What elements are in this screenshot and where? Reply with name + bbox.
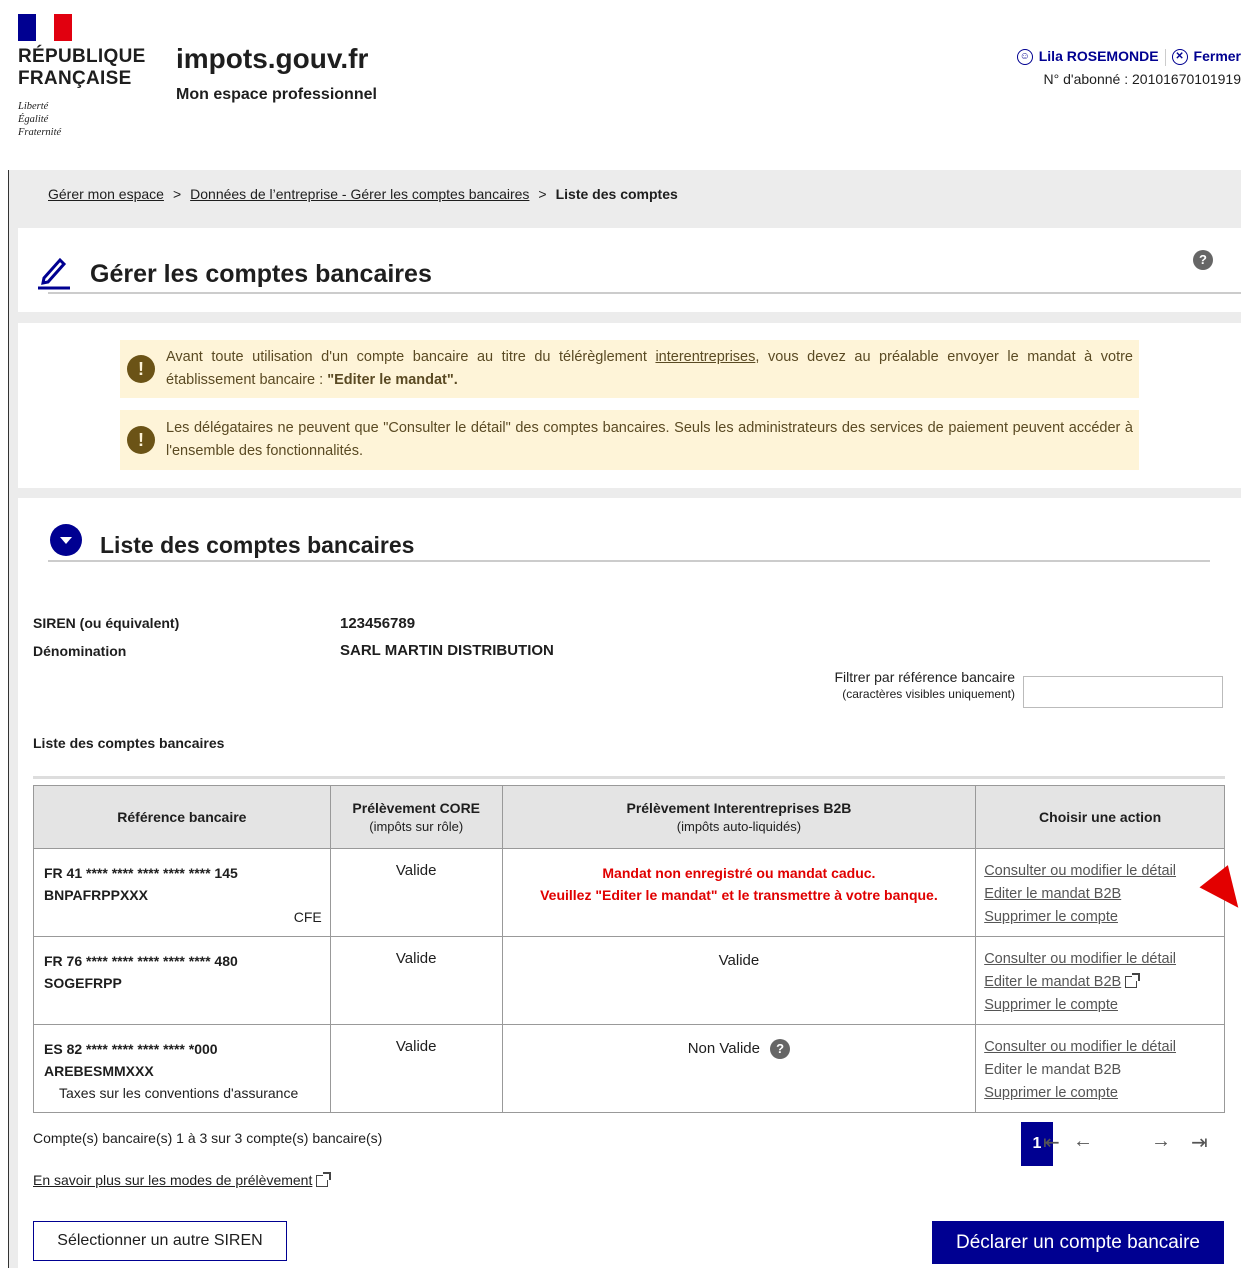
siren-value: 123456789	[340, 615, 416, 632]
iban: FR 76 **** **** **** **** **** 480	[44, 953, 238, 969]
row-actions: Consulter ou modifier le détail Editer l…	[976, 1025, 1224, 1105]
bank-reference: FR 76 **** **** **** **** **** 480 SOGEF…	[34, 937, 330, 994]
help-icon[interactable]: ?	[1193, 250, 1213, 270]
alert-mandate: ! Avant toute utilisation d'un compte ba…	[120, 340, 1139, 398]
column-header-action: Choisir une action	[975, 785, 1225, 849]
b2b-error-line2: Veuillez "Editer le mandat" et le transm…	[540, 887, 938, 903]
filter-label: Filtrer par référence bancaire (caractèr…	[834, 669, 1015, 701]
b2b-error-line1: Mandat non enregistré ou mandat caduc.	[602, 865, 876, 881]
chevron-down-circle-icon[interactable]	[50, 524, 82, 556]
user-name-link[interactable]: Lila ROSEMONDE	[1039, 48, 1159, 64]
b2b-status: Non Valide ?	[503, 1025, 976, 1060]
delete-account-link[interactable]: Supprimer le compte	[984, 1082, 1224, 1105]
declare-account-button[interactable]: Déclarer un compte bancaire	[932, 1221, 1224, 1264]
last-page-icon[interactable]: ⇥	[1191, 1130, 1208, 1155]
logout-link[interactable]: Fermer	[1194, 48, 1241, 64]
external-link-icon	[1125, 973, 1141, 989]
b2b-status: Valide	[718, 952, 760, 969]
pencil-icon	[38, 257, 70, 290]
results-counter: Compte(s) bancaire(s) 1 à 3 sur 3 compte…	[33, 1130, 383, 1146]
view-detail-link[interactable]: Consulter ou modifier le détail	[984, 948, 1224, 971]
edit-mandate-disabled: Editer le mandat B2B	[984, 1062, 1122, 1078]
marianne-logo	[18, 14, 72, 41]
alert-mandate-text: Avant toute utilisation d'un compte banc…	[166, 349, 1133, 388]
account-note: Taxes sur les conventions d'assurance	[59, 1085, 299, 1101]
row-actions: Consulter ou modifier le détail Editer l…	[976, 849, 1224, 929]
filter-input[interactable]	[1023, 676, 1223, 708]
alerts-card: ! Avant toute utilisation d'un compte ba…	[18, 323, 1241, 488]
view-detail-link[interactable]: Consulter ou modifier le détail	[984, 1036, 1224, 1059]
b2b-status: Mandat non enregistré ou mandat caduc. V…	[503, 849, 976, 906]
iban: FR 41 **** **** **** **** **** 145	[44, 865, 238, 881]
breadcrumb-separator: >	[172, 186, 182, 202]
warning-icon: !	[127, 355, 155, 383]
previous-page-icon[interactable]: ←	[1073, 1130, 1093, 1153]
iban: ES 82 **** **** **** **** *000	[44, 1041, 218, 1057]
column-header-core: Prélèvement CORE (impôts sur rôle)	[329, 785, 503, 849]
accounts-table: Référence bancaire Prélèvement CORE (impô…	[33, 785, 1225, 1113]
pagination: ⇤ ← 1 → ⇥	[1021, 1122, 1226, 1168]
interentreprises-link[interactable]: interentreprises	[655, 349, 755, 365]
first-page-icon[interactable]: ⇤	[1043, 1130, 1060, 1155]
close-icon[interactable]: ✕	[1171, 49, 1188, 66]
table-row: ES 82 **** **** **** **** *000 AREBESMMX…	[33, 1024, 1225, 1113]
column-header-b2b: Prélèvement Interentreprises B2B (impôts …	[501, 785, 977, 849]
bic: BNPAFRPPXXX	[44, 887, 148, 903]
republique-francaise-logo: RÉPUBLIQUE FRANÇAISE	[18, 46, 146, 89]
core-status: Valide	[395, 950, 437, 967]
breadcrumb-link-company-data[interactable]: Données de l’entreprise - Gérer les comp…	[190, 186, 529, 202]
help-icon[interactable]: ?	[770, 1039, 791, 1060]
page-title: Gérer les comptes bancaires	[90, 260, 432, 288]
bic: AREBESMMXXX	[44, 1063, 154, 1079]
filter-hint: (caractères visibles uniquement)	[842, 687, 1015, 701]
subscriber-number: N° d'abonné : 20101670101919	[1043, 71, 1241, 87]
row-actions: Consulter ou modifier le détail Editer l…	[976, 937, 1224, 1017]
column-header-ref: Référence bancaire	[33, 785, 331, 849]
breadcrumb: Gérer mon espace > Données de l’entreprise…	[48, 186, 678, 202]
user-menu: ☺ Lila ROSEMONDE ✕ Fermer	[1016, 48, 1241, 66]
warning-icon: !	[127, 426, 155, 454]
alert-delegates-text: Les délégataires ne peuvent que "Consult…	[166, 420, 1133, 459]
siren-label: SIREN (ou équivalent)	[33, 615, 180, 631]
denomination-label: Dénomination	[33, 643, 127, 659]
page-title-card: Gérer les comptes bancaires ?	[18, 228, 1241, 312]
external-link-icon	[316, 1172, 332, 1188]
breadcrumb-current: Liste des comptes	[555, 186, 678, 202]
denomination-value: SARL MARTIN DISTRIBUTION	[340, 642, 554, 659]
list-label: Liste des comptes bancaires	[33, 735, 225, 751]
bank-reference: FR 41 **** **** **** **** **** 145 BNPAF…	[34, 849, 330, 928]
site-header: RÉPUBLIQUE FRANÇAISE Liberté Égalité Fra…	[0, 0, 1241, 170]
bank-reference: ES 82 **** **** **** **** *000 AREBESMMX…	[34, 1025, 330, 1104]
next-page-icon[interactable]: →	[1151, 1130, 1171, 1153]
table-row: FR 41 **** **** **** **** **** 145 BNPAF…	[33, 848, 1225, 937]
accounts-card: Liste des comptes bancaires SIREN (ou éq…	[18, 498, 1241, 1268]
alert-delegates: ! Les délégataires ne peuvent que "Consu…	[120, 410, 1139, 470]
delete-account-link[interactable]: Supprimer le compte	[984, 906, 1224, 929]
core-status: Valide	[395, 862, 437, 879]
account-note: CFE	[293, 909, 322, 925]
site-subtitle: Mon espace professionnel	[176, 86, 377, 103]
user-icon: ☺	[1016, 49, 1033, 66]
core-status: Valide	[395, 1038, 437, 1055]
section-title: Liste des comptes bancaires	[100, 532, 415, 558]
site-title[interactable]: impots.gouv.fr	[176, 43, 368, 75]
table-row: FR 76 **** **** **** **** **** 480 SOGEF…	[33, 936, 1225, 1025]
bic: SOGEFRPP	[44, 975, 122, 991]
edit-mandate-link[interactable]: Editer le mandat B2B	[984, 883, 1224, 906]
table-header-row: Référence bancaire Prélèvement CORE (impô…	[33, 785, 1225, 849]
section-divider	[48, 560, 1210, 562]
title-divider	[48, 292, 1241, 294]
edit-mandate-link[interactable]: Editer le mandat B2B	[984, 971, 1224, 994]
devise: Liberté Égalité Fraternité	[18, 101, 62, 138]
view-detail-link[interactable]: Consulter ou modifier le détail	[984, 860, 1224, 883]
breadcrumb-separator: >	[538, 186, 547, 202]
delete-account-link[interactable]: Supprimer le compte	[984, 994, 1224, 1017]
select-other-siren-button[interactable]: Sélectionner un autre SIREN	[33, 1221, 287, 1261]
learn-more-link[interactable]: En savoir plus sur les modes de prélèvem…	[33, 1172, 332, 1188]
table-top-divider	[33, 776, 1225, 779]
breadcrumb-link-home[interactable]: Gérer mon espace	[48, 186, 164, 202]
